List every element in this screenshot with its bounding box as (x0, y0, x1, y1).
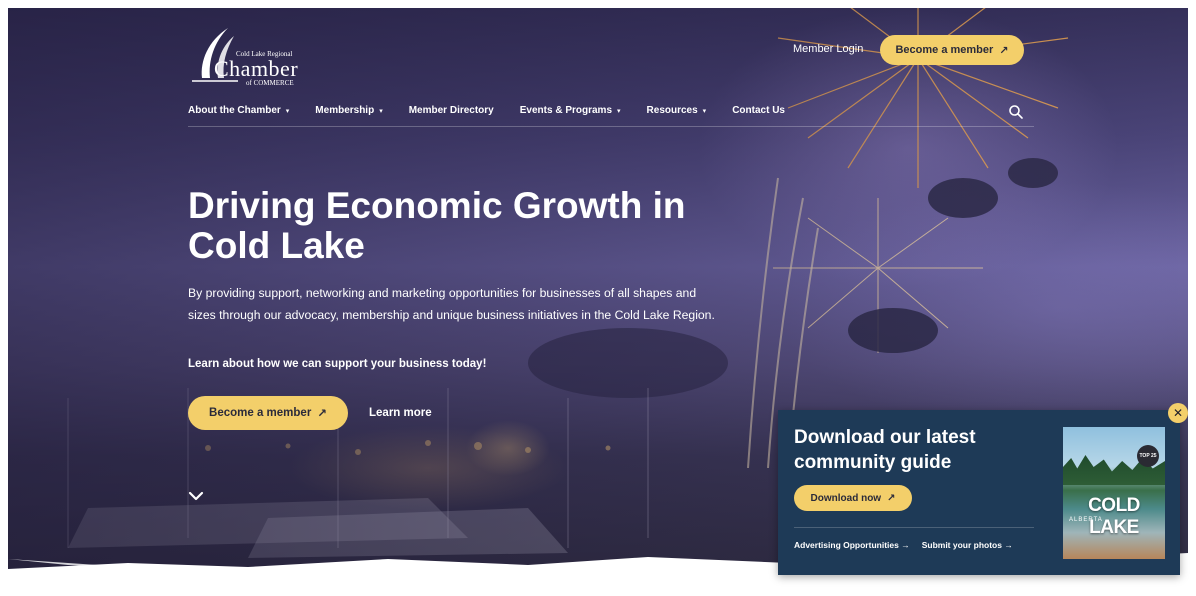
chamber-logo[interactable]: Cold Lake Regional Chamber of COMMERCE (188, 26, 328, 87)
main-navigation: About the Chamber ▾ Membership ▾ Member … (188, 105, 811, 116)
arrow-up-right-icon: ↗ (999, 44, 1009, 57)
learn-more-link[interactable]: Learn more (369, 407, 432, 419)
community-guide-cover[interactable]: TOP 25 COLD LAKE ALBERTA (1063, 427, 1165, 559)
close-icon[interactable]: ✕ (1168, 403, 1188, 423)
nav-item-membership[interactable]: Membership ▾ (315, 105, 382, 116)
search-icon[interactable] (1008, 104, 1024, 120)
nav-item-label: About the Chamber (188, 105, 281, 116)
advertising-opportunities-link[interactable]: Advertising Opportunities → (794, 540, 910, 550)
hero-headline: Driving Economic Growth in Cold Lake (188, 185, 686, 266)
nav-item-contact[interactable]: Contact Us (732, 105, 785, 116)
hero-intro-text: By providing support, networking and mar… (188, 286, 715, 322)
logo-line-commerce: of COMMERCE (246, 79, 294, 87)
nav-divider (188, 126, 1034, 127)
nav-item-member-directory[interactable]: Member Directory (409, 105, 494, 116)
nav-item-events-programs[interactable]: Events & Programs ▾ (520, 105, 621, 116)
cover-badge: TOP 25 (1137, 445, 1159, 467)
chevron-down-icon[interactable] (188, 490, 204, 502)
member-login-link[interactable]: Member Login (793, 43, 863, 55)
popup-title: Download our latest community guide (794, 427, 976, 473)
arrow-up-right-icon: ↗ (887, 492, 896, 504)
popup-links: Advertising Opportunities → Submit your … (794, 540, 1013, 550)
nav-item-label: Events & Programs (519, 105, 613, 116)
chevron-down-icon: ▾ (379, 107, 383, 115)
chevron-down-icon: ▾ (285, 107, 290, 115)
nav-item-label: Resources (646, 105, 698, 116)
cover-subtitle: ALBERTA (1069, 517, 1103, 523)
become-member-header-button[interactable]: Become a member ↗ (880, 35, 1024, 65)
download-now-label: Download now (810, 492, 882, 504)
popup-divider (794, 527, 1034, 528)
chevron-down-icon: ▾ (617, 107, 621, 115)
community-guide-popup: Download our latest community guide Down… (778, 410, 1180, 575)
nav-item-label: Member Directory (408, 105, 494, 116)
submit-photos-link[interactable]: Submit your photos → (922, 540, 1013, 550)
become-member-hero-button[interactable]: Become a member ↗ (188, 396, 348, 430)
become-member-label: Become a member (209, 407, 312, 419)
become-member-label: Become a member (895, 44, 994, 56)
hero-cta-text: Learn about how we can support your busi… (188, 358, 487, 370)
nav-item-resources[interactable]: Resources ▾ (647, 105, 707, 116)
chevron-down-icon: ▾ (702, 107, 707, 115)
arrow-up-right-icon: ↗ (317, 408, 327, 420)
nav-item-label: Membership (315, 105, 375, 116)
download-now-button[interactable]: Download now ↗ (794, 485, 912, 511)
nav-item-about[interactable]: About the Chamber ▾ (188, 105, 289, 116)
nav-item-label: Contact Us (732, 105, 785, 116)
